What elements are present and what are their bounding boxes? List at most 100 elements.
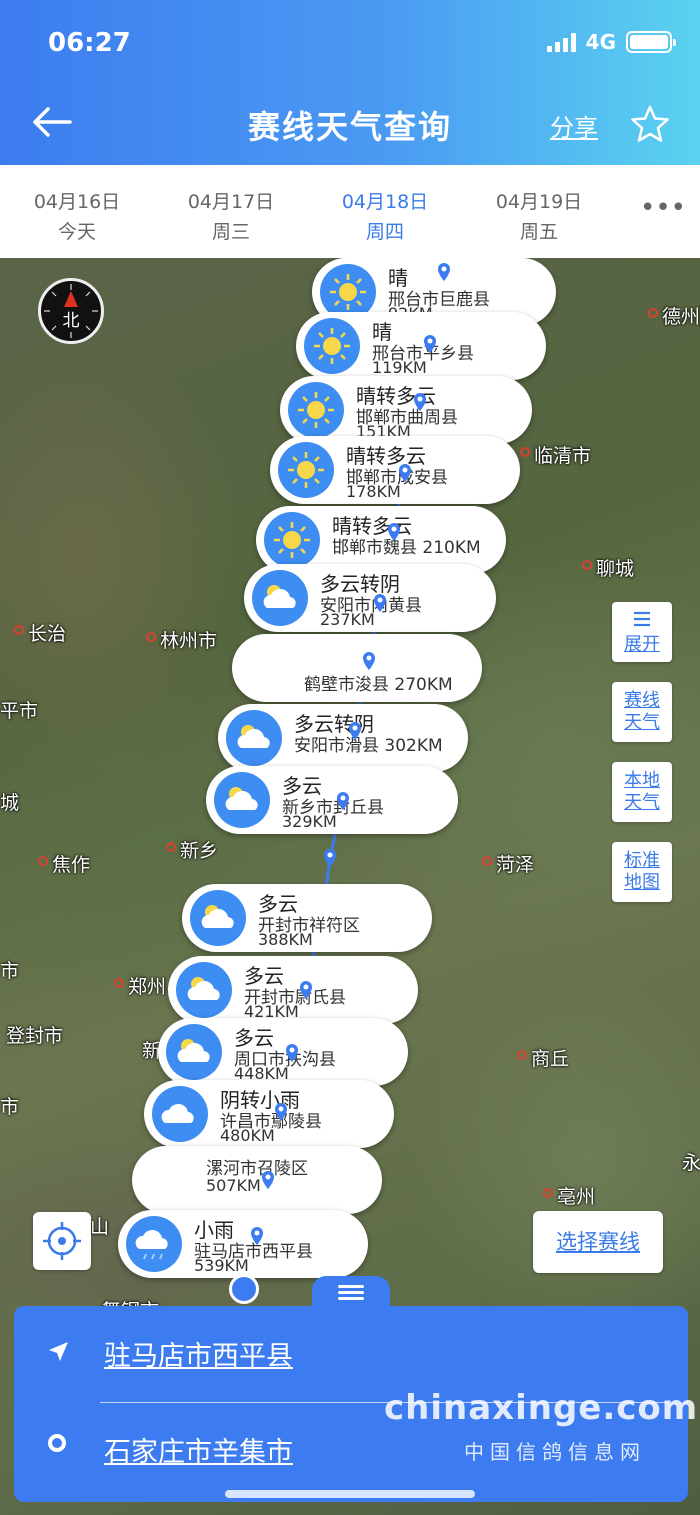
distance: 119KM xyxy=(372,358,427,377)
location-pin-icon xyxy=(300,981,312,999)
tab-date-2[interactable]: 04月18日 周四 xyxy=(325,187,445,247)
cloud-sun-icon xyxy=(214,772,270,828)
side-button-line1: 本地 xyxy=(624,770,660,791)
place-name: 鹤壁市浚县 270KM xyxy=(304,675,453,695)
location-pin-icon xyxy=(337,792,349,810)
panel-handle[interactable] xyxy=(312,1276,390,1308)
route-weather-button[interactable]: 赛线 天气 xyxy=(612,682,672,742)
satellite-map[interactable]: 德州 临清市 聊城 长治 林州市 平市 城 新乡 焦作 菏泽 郑州 市 登封市 … xyxy=(0,258,700,1515)
weather-stop[interactable]: 晴转多云 邯郸市成安县 178KM xyxy=(270,436,520,504)
distance: 178KM xyxy=(346,482,401,501)
tab-date-label: 04月17日 xyxy=(187,191,275,213)
cloud-sun-icon xyxy=(166,1024,222,1080)
weather-stop[interactable]: 晴邢台市平乡县 119KM xyxy=(296,312,546,380)
status-indicators: 4G xyxy=(546,30,676,54)
cloud-sun-icon xyxy=(190,890,246,946)
app-header: 06:27 4G 赛线天气查询 分享 xyxy=(0,0,700,165)
tab-day-label: 周四 xyxy=(365,221,404,243)
tab-date-0[interactable]: 04月16日 今天 xyxy=(17,187,137,247)
watermark-sub: 中国信鸽信息网 xyxy=(464,1440,646,1464)
date-tabs: 04月16日 今天 04月17日 周三 04月18日 周四 04月19日 周五 … xyxy=(0,165,700,258)
side-button-line2: 地图 xyxy=(624,872,660,893)
local-weather-button[interactable]: 本地 天气 xyxy=(612,762,672,822)
weather-stop[interactable]: 多云 开封市尉氏县 421KM xyxy=(168,956,418,1024)
place-name: 邯郸市魏县 210KM xyxy=(332,538,481,558)
distance: 480KM xyxy=(220,1126,275,1145)
tab-date-1[interactable]: 04月17日 周三 xyxy=(171,187,291,247)
weather-stop[interactable]: 多云 新乡市封丘县 329KM xyxy=(206,766,458,834)
expand-label: 展开 xyxy=(624,634,660,655)
place-name: 安阳市滑县 302KM xyxy=(294,736,443,756)
location-pin-icon xyxy=(374,594,386,612)
location-pin-icon xyxy=(414,393,426,411)
battery-icon xyxy=(626,31,676,53)
status-time: 06:27 xyxy=(48,28,131,58)
location-pin-icon xyxy=(438,263,450,281)
location-pin-icon xyxy=(388,523,400,541)
side-button-line2: 天气 xyxy=(624,792,660,813)
cloud-sun-icon xyxy=(176,962,232,1018)
standard-map-button[interactable]: 标准 地图 xyxy=(612,842,672,902)
navigation-arrow-icon xyxy=(49,1342,68,1361)
watermark: chinaxinge.com xyxy=(384,1388,699,1428)
crosshair-icon xyxy=(43,1222,81,1260)
distance: 388KM xyxy=(258,930,313,949)
compass-north-label: 北 xyxy=(63,311,80,331)
weather-stop[interactable]: 漯河市召陵区 507KM xyxy=(132,1146,382,1214)
sun-icon xyxy=(264,512,320,568)
distance: 507KM xyxy=(206,1176,261,1195)
location-pin-icon xyxy=(363,652,375,670)
signal-icon xyxy=(546,32,576,52)
weather-stop[interactable]: 阴转小雨 许昌市鄢陵县 480KM xyxy=(144,1080,394,1148)
weather-stop[interactable]: 多云转阴 安阳市滑县 302KM xyxy=(218,704,468,772)
weather-stop[interactable]: 鹤壁市浚县 270KM xyxy=(232,634,482,702)
weather-stop[interactable]: 多云 开封市祥符区 388KM xyxy=(182,884,432,952)
route-start[interactable]: 驻马店市西平县 xyxy=(104,1334,293,1373)
expand-button[interactable]: 展开 xyxy=(612,602,672,662)
star-favorite-icon[interactable] xyxy=(630,104,670,144)
menu-icon xyxy=(634,611,650,627)
tab-day-label: 周五 xyxy=(519,221,558,243)
compass-icon[interactable]: 北 xyxy=(38,278,104,344)
side-button-line1: 赛线 xyxy=(624,690,660,711)
weather-stop[interactable]: 晴转多云 邯郸市曲周县 151KM xyxy=(280,376,532,444)
distance: 329KM xyxy=(282,812,337,831)
network-type: 4G xyxy=(585,30,616,54)
weather-stop[interactable]: 多云 周口市扶沟县 448KM xyxy=(158,1018,408,1086)
route-end[interactable]: 石家庄市辛集市 xyxy=(104,1430,293,1469)
start-marker xyxy=(229,1274,259,1304)
tab-date-label: 04月16日 xyxy=(33,191,121,213)
distance: 237KM xyxy=(320,610,375,629)
route-start-row[interactable]: 驻马店市西平县 xyxy=(14,1306,688,1396)
tab-date-label: 04月19日 xyxy=(495,191,583,213)
location-pin-icon xyxy=(424,335,436,353)
tab-date-3[interactable]: 04月19日 周五 xyxy=(479,187,599,247)
sun-icon xyxy=(304,318,360,374)
location-pin-icon xyxy=(286,1044,298,1062)
tab-date-label: 04月18日 xyxy=(341,191,429,213)
share-button[interactable]: 分享 xyxy=(550,108,598,143)
home-indicator xyxy=(225,1490,475,1498)
weather-stop[interactable]: 小雨 驻马店市西平县 539KM xyxy=(118,1210,368,1278)
side-button-line2: 天气 xyxy=(624,712,660,733)
choose-route-button[interactable]: 选择赛线 xyxy=(533,1211,663,1273)
distance: 539KM xyxy=(194,1256,249,1275)
locate-button[interactable] xyxy=(33,1212,91,1270)
sun-icon xyxy=(288,382,344,438)
rain-icon xyxy=(126,1216,182,1272)
location-pin-icon xyxy=(262,1171,274,1189)
tab-day-label: 周三 xyxy=(211,221,250,243)
cloud-icon xyxy=(152,1086,208,1142)
side-button-line1: 标准 xyxy=(624,850,660,871)
location-pin-icon xyxy=(275,1103,287,1121)
tab-day-label: 今天 xyxy=(57,221,96,243)
location-pin-icon xyxy=(324,849,336,867)
cloud-sun-icon xyxy=(226,710,282,766)
more-dates-icon[interactable]: ••• xyxy=(640,193,686,223)
sun-icon xyxy=(278,442,334,498)
location-pin-icon xyxy=(349,722,361,740)
location-pin-icon xyxy=(399,464,411,482)
weather-stop[interactable]: 多云转阴 安阳市内黄县 237KM xyxy=(244,564,496,632)
location-pin-icon xyxy=(251,1227,263,1245)
cloud-sun-icon xyxy=(252,570,308,626)
